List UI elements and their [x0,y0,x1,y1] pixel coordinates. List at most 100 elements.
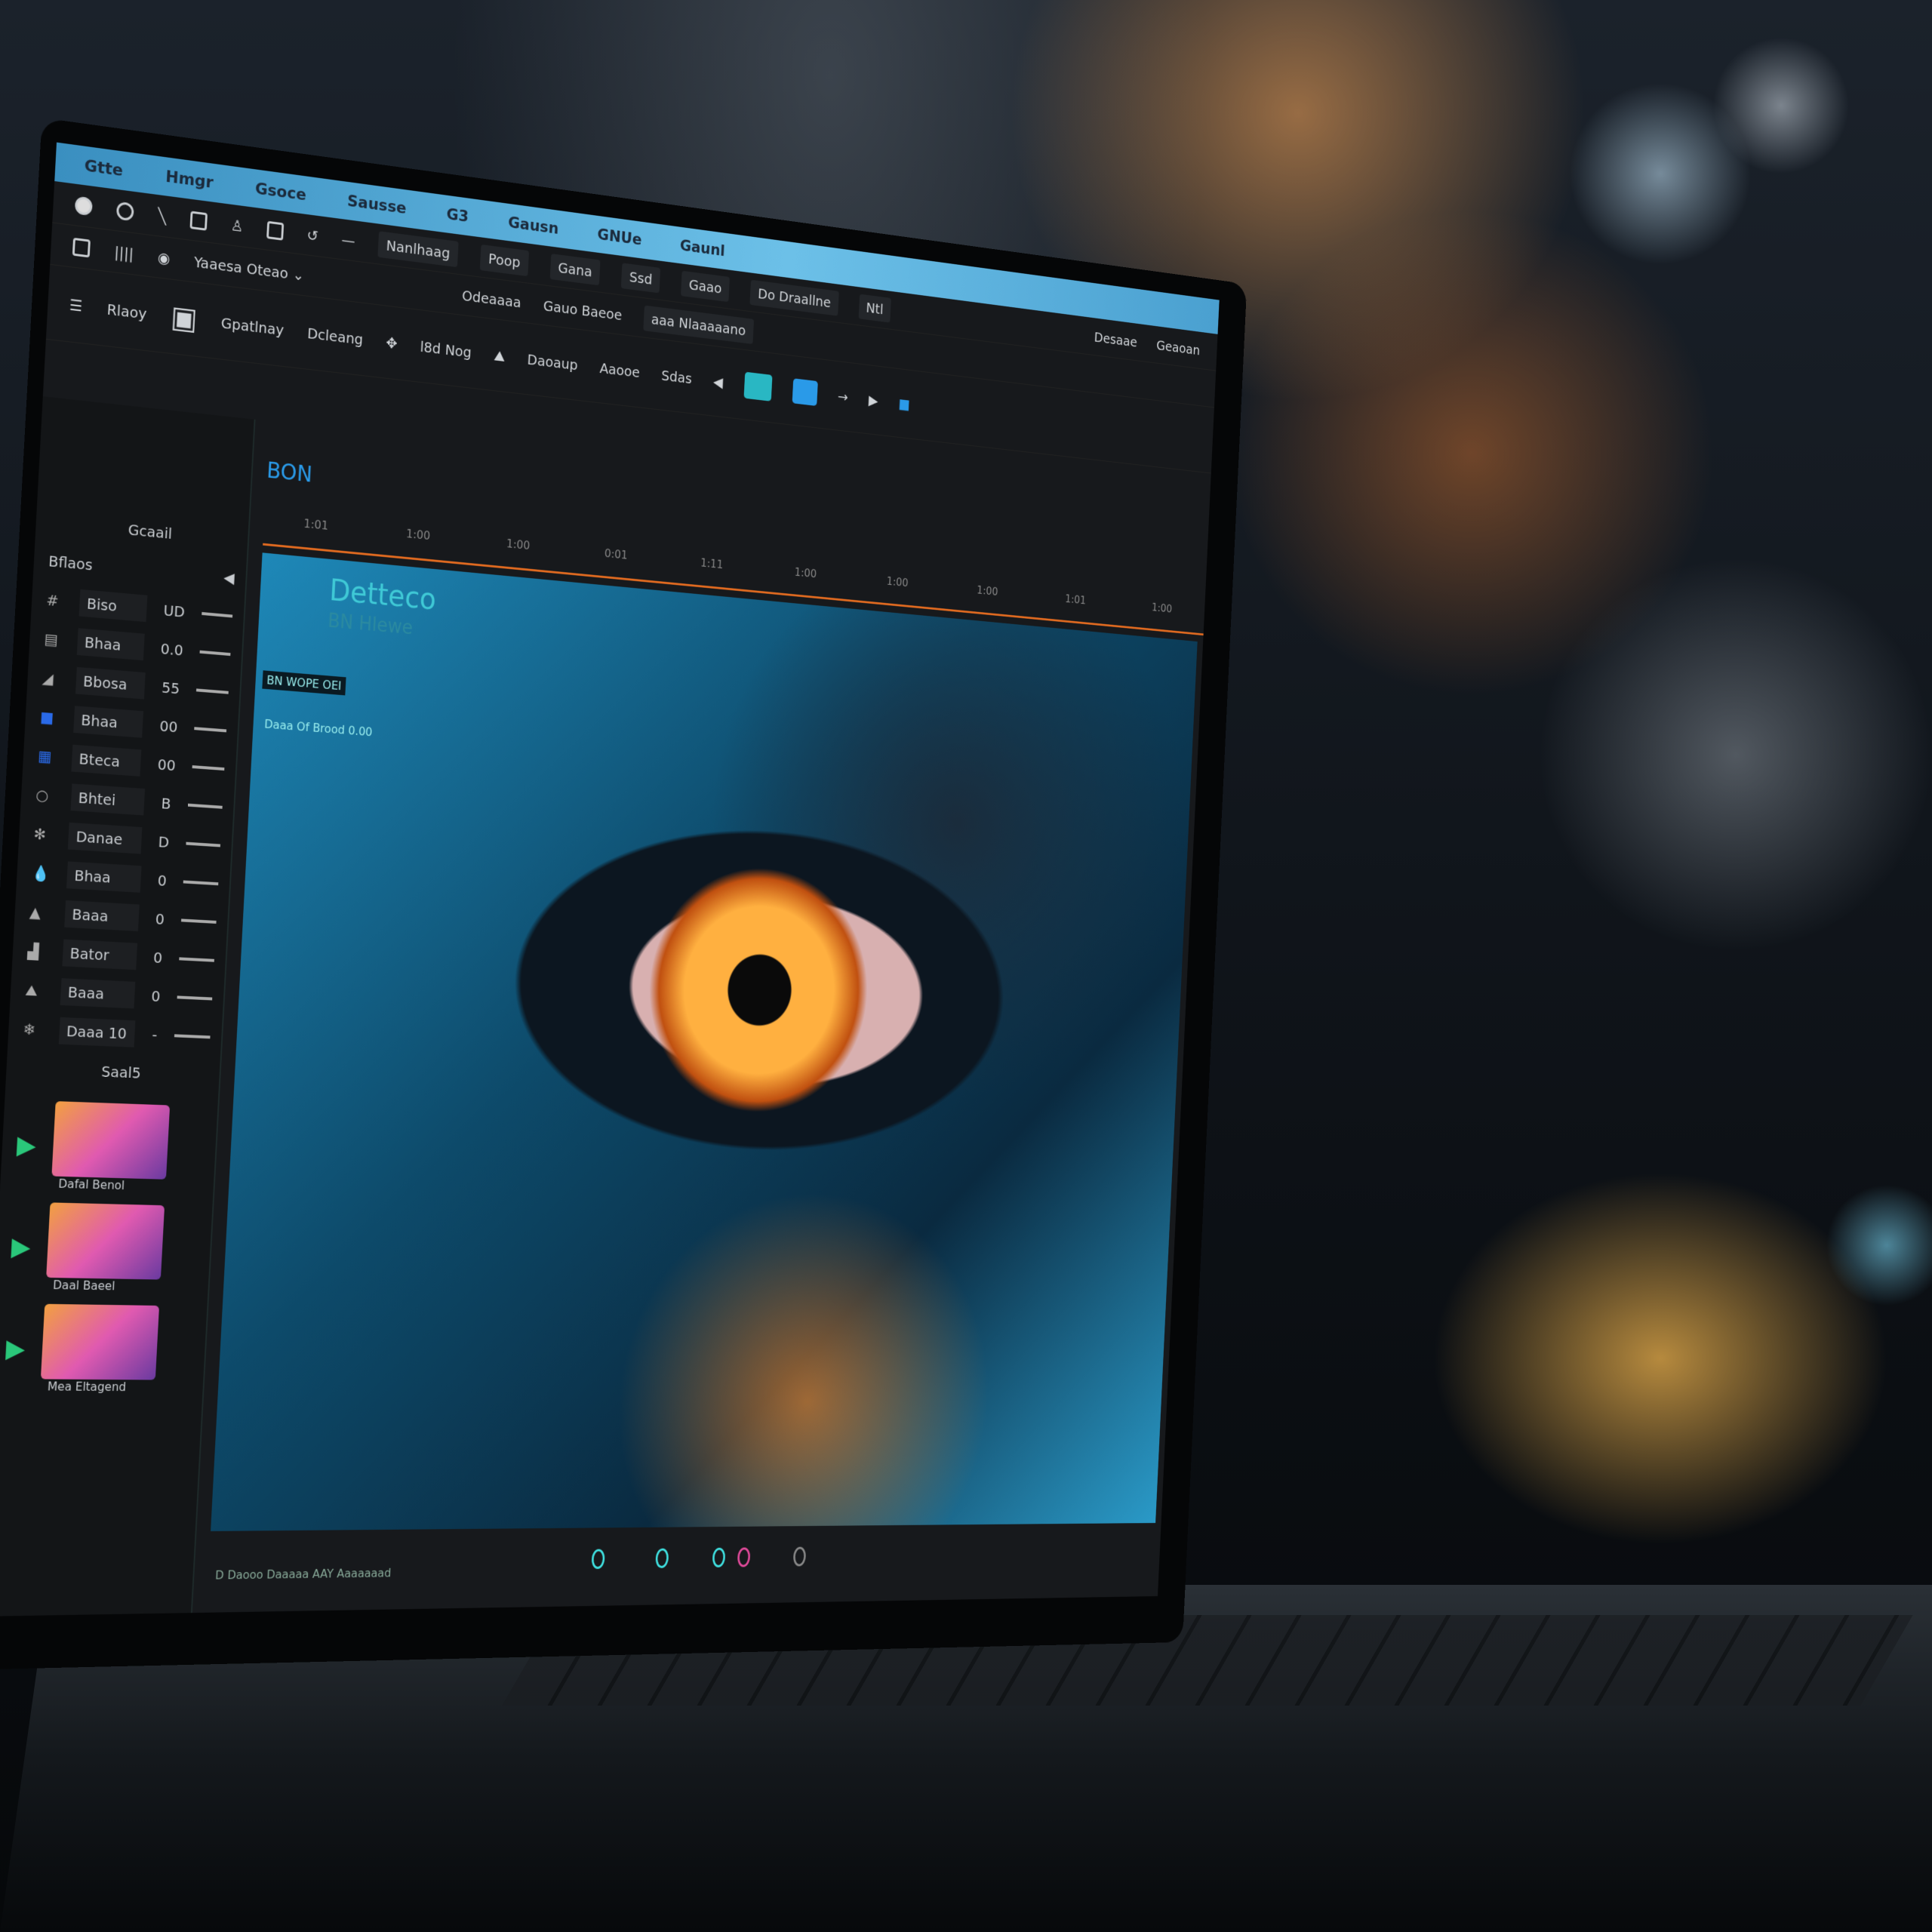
record-icon[interactable] [74,195,93,216]
keyframe-marker[interactable] [591,1549,605,1570]
clip-item[interactable]: ▶ Mea Eltagend [0,1303,207,1395]
image-icon[interactable]: ⛰ [494,346,506,365]
clip-item[interactable]: ▶ Daal Baeel [0,1201,212,1295]
options-label[interactable]: Odeaaaa [462,286,522,310]
menu-item[interactable]: Sausse [347,192,408,217]
layer-opacity-slider[interactable] [183,880,219,886]
timeline-tick: 1:01 [303,516,329,533]
lasso-tool-icon[interactable]: ↺ [306,226,318,245]
layer-value: 0 [155,909,165,928]
toolbar-button[interactable]: Do Draallne [749,279,839,316]
brush-icon[interactable]: ◉ [157,248,171,268]
chart-icon: ▟ [26,942,39,961]
line-tool-icon[interactable]: ╲ [158,206,168,225]
collapse-icon[interactable]: ◀ [223,568,235,587]
play-icon[interactable]: ▶ [16,1130,36,1161]
toolbar-right-label[interactable]: Desaae [1094,328,1137,349]
layer-opacity-slider[interactable] [187,803,223,809]
layer-opacity-slider[interactable] [177,995,213,1001]
play-icon[interactable]: ▶ [11,1232,31,1262]
layer-value: 0 [152,948,163,967]
plugin-icon[interactable]: ▣ [170,300,198,337]
preset-dropdown[interactable]: Yaaesa Oteao ⌄ [193,253,304,285]
toolbar-button[interactable]: Poop [479,244,529,276]
rectangle-tool-icon[interactable] [189,211,208,231]
active-tool-button[interactable] [743,371,773,401]
play-icon[interactable]: ▶ [5,1334,26,1364]
grid-blue-icon: ▦ [37,746,53,766]
keyframe-marker[interactable] [737,1547,751,1567]
blue-tool-icon[interactable]: ■ [898,395,910,412]
layer-value: 0.0 [160,639,184,660]
menu-item[interactable]: Gausn [508,214,559,238]
mountain-icon: ⛰ [24,980,38,1000]
toolbar-button[interactable]: Gaao [681,270,731,302]
clip-name: Mea Eltagend [47,1379,127,1394]
timeline-tick: 1:11 [700,555,724,571]
clip-name: Dafal Benol [57,1176,125,1193]
menu-item[interactable]: Hmgr [165,168,214,192]
layer-opacity-slider[interactable] [196,688,229,694]
layer-opacity-slider[interactable] [179,957,214,962]
options-field[interactable]: aaa Nlaaaaano [643,305,754,344]
menu-item[interactable]: G3 [446,205,469,226]
layer-opacity-slider[interactable] [202,611,233,618]
keyframe-marker[interactable] [712,1547,726,1567]
keyframe-marker[interactable] [792,1546,807,1567]
layer-opacity-slider[interactable] [192,765,225,771]
toolbar-button[interactable]: Nanlhaag [377,230,459,267]
layer-opacity-slider[interactable] [181,918,217,924]
menu-item[interactable]: GNUe [597,226,642,249]
list-icon[interactable]: ☰ [69,295,83,315]
clip-item[interactable]: ▶ Dafal Benol [0,1100,217,1195]
layer-value: 55 [161,678,180,698]
timeline-tick: 1:00 [886,574,909,589]
menu-item[interactable]: Gtte [84,156,124,180]
layer-value: 00 [157,755,177,775]
layer-name: Bteca [71,744,142,777]
panel-subheader-label: Bflaos [48,552,94,574]
drop-icon: 💧 [31,863,51,883]
minus-icon[interactable]: — [341,230,355,249]
label: Sdas [660,366,693,387]
layer-value: UD [163,601,186,621]
layer-opacity-slider[interactable] [199,650,231,657]
prev-icon[interactable]: ◀ [713,373,724,391]
square-blue-icon: ■ [39,707,54,727]
play-icon[interactable]: ▶ [869,391,878,408]
layer-name: Daaa 10 [58,1017,136,1048]
arrow-right-icon[interactable]: → [838,387,849,405]
menu-item[interactable]: Gaunl [679,236,725,260]
layer-value: 00 [158,716,178,737]
layer-opacity-slider[interactable] [186,841,221,848]
menu-item[interactable]: Gsoce [254,180,306,205]
timeline-tick: 1:00 [794,565,817,581]
layers-icon: ▤ [44,629,59,649]
crop-icon[interactable] [72,237,91,257]
toolbar-button[interactable]: Ntl [858,294,891,323]
image-tool-button[interactable] [792,377,818,406]
layer-name: Baaa [64,900,140,931]
keyframe-marker[interactable] [655,1548,669,1568]
layer-value: D [158,832,170,851]
toolbar-button[interactable]: Ssd [621,262,661,293]
stamp-icon: ▲ [29,903,42,921]
options-label[interactable]: Gauo Baeoe [543,297,622,323]
move-icon[interactable]: ✥ [386,334,398,352]
ellipse-tool-icon[interactable] [115,201,134,221]
triangle-icon: ◢ [42,669,54,688]
toolbar-button[interactable]: Gana [549,253,601,285]
layer-opacity-slider[interactable] [174,1034,211,1039]
hash-icon: # [45,590,60,611]
label[interactable]: Daoaup [527,350,578,373]
toolbar-right-label[interactable]: Geaoan [1156,337,1201,358]
layer-opacity-slider[interactable] [194,727,227,733]
layer-name: Bbosa [75,666,146,700]
frame-tool-icon[interactable] [266,220,285,241]
columns-icon[interactable]: |||| [114,242,134,263]
image-canvas[interactable] [211,552,1198,1531]
label: Rlaoy [106,300,147,323]
scrubber-bar[interactable]: D Daooo Daaaaa AAY Aaaaaaad [214,1543,1103,1590]
person-tool-icon[interactable]: ♙ [230,216,244,235]
clip-name: Daal Baeel [52,1278,115,1294]
